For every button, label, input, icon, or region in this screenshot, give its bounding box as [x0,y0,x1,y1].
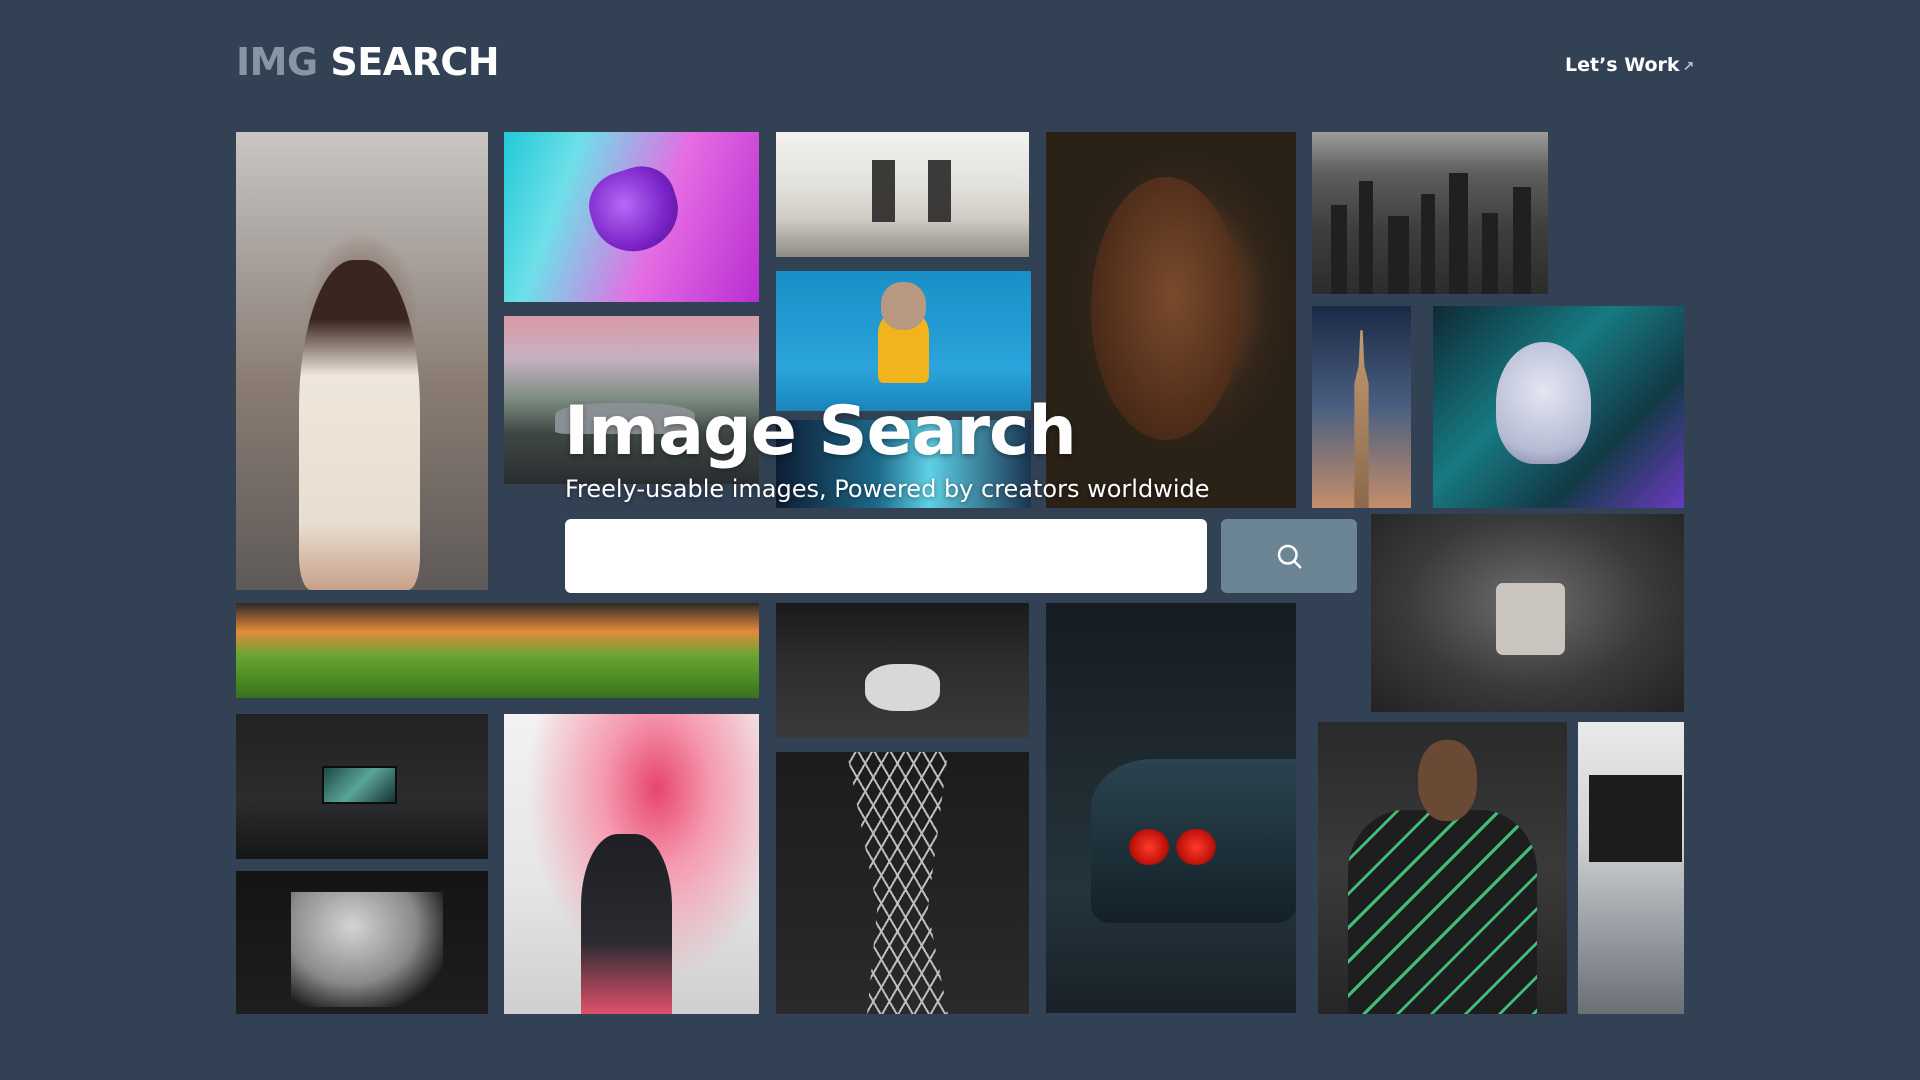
search-input[interactable] [565,519,1207,593]
gallery-image-green-valley[interactable] [236,603,759,698]
gallery-image-lattice-tower[interactable] [776,752,1029,1014]
arrow-up-right-icon: ↗ [1682,59,1695,75]
site-logo[interactable]: IMG SEARCH [236,40,500,84]
gallery-image-empire-state[interactable] [1312,306,1411,508]
gallery-image-marble-statue[interactable] [236,871,488,1014]
search-icon [1277,544,1302,569]
gallery-image-laptop[interactable] [1578,722,1684,1014]
gallery-image-living-room[interactable] [776,132,1029,257]
gallery-image-city-skyline[interactable] [1312,132,1548,294]
gallery-image-red-taillights[interactable] [1046,603,1296,1013]
search-button[interactable] [1221,519,1357,593]
gallery-image-robot-figure[interactable] [1371,514,1684,712]
hero-title: Image Search [564,392,1077,471]
lets-work-link[interactable]: Let’s Work ↗ [1565,54,1694,76]
gallery-image-leather-jacket[interactable] [776,603,1029,738]
gallery-image-woman-eyes-closed[interactable] [1046,132,1296,508]
gallery-image-game-controller[interactable] [504,132,759,302]
hero-subtitle: Freely-usable images, Powered by creator… [565,475,1210,503]
logo-text-search: SEARCH [330,40,500,84]
gallery-image-man-jacket[interactable] [1318,722,1567,1014]
gallery-image-red-smoke[interactable] [504,714,759,1014]
logo-text-img: IMG [236,40,318,84]
gallery-image-neon-mask[interactable] [1433,306,1684,508]
lets-work-label: Let’s Work [1565,54,1680,76]
gallery-image-desk-monitor[interactable] [236,714,488,859]
gallery-image-french-bulldog[interactable] [776,271,1031,411]
gallery-image-woman-portrait[interactable] [236,132,488,590]
